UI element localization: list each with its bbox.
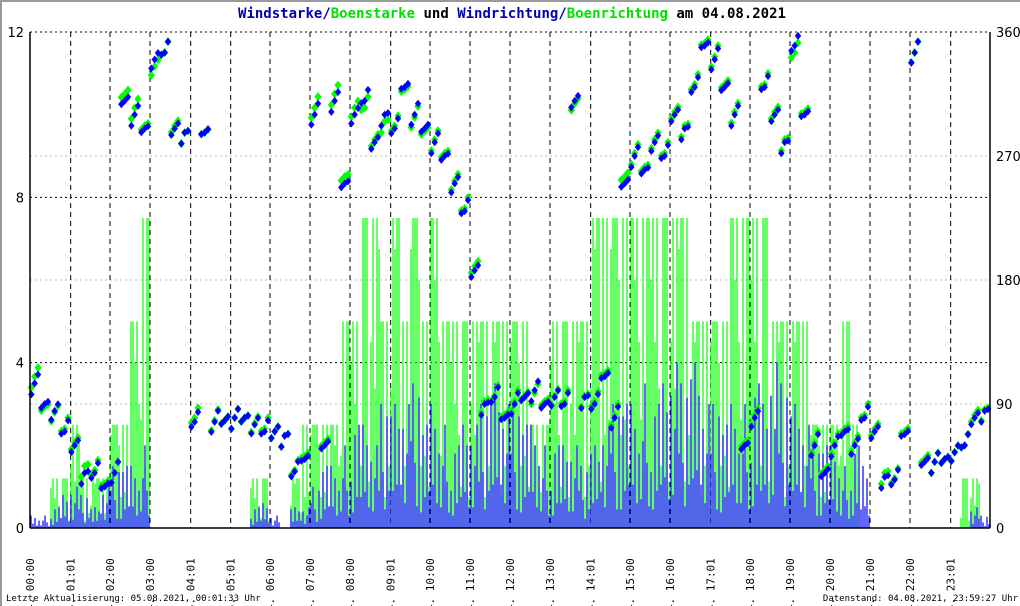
data-point	[231, 413, 238, 422]
y-left-tick-label: 8	[16, 191, 24, 206]
y-right-tick-label: 0	[996, 522, 1004, 537]
data-point	[911, 48, 918, 57]
data-point	[928, 468, 935, 477]
x-tick-label: 04. 08:00	[344, 558, 357, 606]
x-tick-label: 04. 06:00	[264, 558, 277, 606]
data-point	[268, 434, 275, 443]
chart-container: Windstarke/Boenstarke und Windrichtung/B…	[0, 0, 1020, 606]
y-right-tick-label: 90	[996, 398, 1013, 413]
data-point	[234, 404, 242, 413]
y-left-tick-label: 4	[16, 357, 24, 372]
data-point	[951, 448, 958, 457]
data-point	[364, 85, 372, 94]
y-left-tick-label: 0	[16, 522, 24, 537]
x-tick-label: 04. 10:00	[424, 558, 437, 606]
data-point	[114, 457, 122, 466]
x-tick-label: 04. 19:00	[784, 558, 797, 606]
x-tick-label: 04. 14:01	[585, 558, 598, 606]
data-point	[128, 121, 135, 130]
y-right-tick-label: 270	[996, 150, 1020, 165]
x-tick-label: 04. 07:00	[304, 558, 317, 606]
data-point	[308, 120, 315, 129]
data-timestamp-text: Datenstand: 04.08.2021, 23:59:27 Uhr	[822, 594, 1018, 604]
data-point	[348, 119, 355, 128]
x-tick-label: 04. 09:01	[385, 558, 398, 606]
data-point	[794, 31, 802, 40]
data-point	[28, 390, 35, 399]
data-point	[328, 107, 335, 116]
x-tick-label: 04. 11:00	[464, 558, 477, 606]
x-tick-label: 04. 12:00	[504, 558, 517, 606]
y-right-tick-label: 180	[996, 274, 1020, 289]
data-point	[914, 37, 922, 46]
data-point	[964, 430, 972, 439]
x-tick-label: 04. 16:00	[664, 558, 677, 606]
y-right-tick-label: 360	[996, 26, 1020, 41]
x-tick-label: 04. 18:00	[744, 558, 757, 606]
x-tick-label: 04. 17:01	[705, 558, 718, 606]
data-point	[934, 449, 942, 458]
x-tick-label: 04. 13:00	[544, 558, 557, 606]
wind-chart: 0481209018027036004. 00:00 04. 01:01 04. 0…	[7, 26, 1020, 606]
last-update-text: Letzte Aktualisierung: 05.08.2021, 00:01…	[6, 594, 261, 604]
x-tick-label: 04. 15:00	[624, 558, 637, 606]
y-left-tick-label: 12	[7, 26, 24, 41]
data-point	[278, 442, 285, 451]
data-point	[178, 139, 185, 148]
data-point	[908, 58, 915, 67]
data-point	[931, 457, 938, 466]
data-point	[164, 37, 172, 46]
data-point	[228, 424, 235, 433]
